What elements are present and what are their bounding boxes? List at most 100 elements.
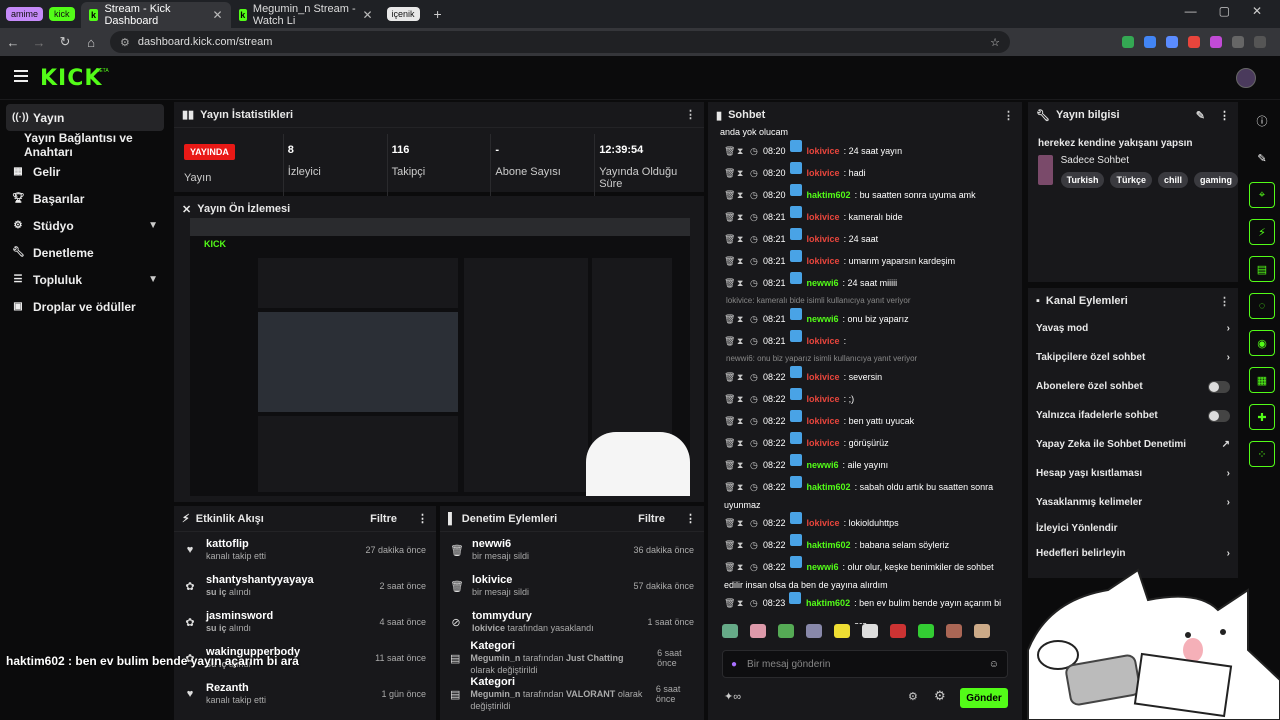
- focus-icon[interactable]: ⌖: [1249, 182, 1275, 208]
- clock-icon[interactable]: ◷: [750, 534, 759, 556]
- chat-username[interactable]: lokivice: [807, 162, 840, 184]
- extension-icon[interactable]: [1122, 36, 1134, 48]
- emote-icon[interactable]: [778, 624, 794, 638]
- clock-icon[interactable]: ◷: [750, 308, 759, 330]
- timeout-icon[interactable]: ⧗: [737, 140, 746, 162]
- trash-icon[interactable]: 🗑︎: [724, 184, 735, 206]
- chat-message[interactable]: 🗑︎ ⧗ ◷ 08:22 haktim602: babana selam söyleri…: [714, 534, 1014, 556]
- timeout-icon[interactable]: ⧗: [737, 184, 746, 206]
- apps-icon[interactable]: ⁘: [1249, 441, 1275, 467]
- clock-icon[interactable]: ◷: [750, 388, 759, 410]
- trash-icon[interactable]: 🗑︎: [724, 534, 735, 556]
- chat-username[interactable]: lokivice: [807, 432, 840, 454]
- clock-icon[interactable]: ◷: [750, 330, 759, 352]
- action-account-age[interactable]: Hesap yaşı kısıtlaması ›: [1028, 459, 1238, 488]
- send-button[interactable]: Gönder: [960, 688, 1008, 708]
- timeout-icon[interactable]: ⧗: [737, 432, 746, 454]
- emote-icon[interactable]: [862, 624, 878, 638]
- clock-icon[interactable]: ◷: [750, 272, 759, 294]
- timeout-icon[interactable]: ⧗: [737, 162, 746, 184]
- tab-group-amime[interactable]: amime: [6, 7, 44, 21]
- browser-tab-stream[interactable]: k Megumin_n Stream - Watch Li ✕: [231, 2, 381, 28]
- extension-icon[interactable]: [1210, 36, 1222, 48]
- emote-icon[interactable]: [946, 624, 962, 638]
- action-ai-moderation[interactable]: Yapay Zeka ile Sohbet Denetimi ↗: [1028, 430, 1238, 459]
- new-tab-icon[interactable]: +: [434, 6, 442, 22]
- clock-icon[interactable]: ◷: [750, 592, 759, 614]
- chat-message[interactable]: 🗑︎ ⧗ ◷ 08:22 lokivice: ben yattı uyucak: [714, 410, 1014, 432]
- timeout-icon[interactable]: ⧗: [737, 534, 746, 556]
- emote-icon[interactable]: [974, 624, 990, 638]
- trash-icon[interactable]: 🗑︎: [724, 272, 735, 294]
- timeout-icon[interactable]: ⧗: [737, 366, 746, 388]
- chat-message[interactable]: 🗑︎ ⧗ ◷ 08:21 lokivice:: [714, 330, 1014, 352]
- filter-button[interactable]: Filtre: [638, 513, 665, 525]
- trash-icon[interactable]: 🗑︎: [724, 410, 735, 432]
- timeout-icon[interactable]: ⧗: [737, 454, 746, 476]
- sidebar-item-gelir[interactable]: ▦ Gelir: [0, 158, 170, 185]
- chat-username[interactable]: lokivice: [807, 410, 840, 432]
- trash-icon[interactable]: 🗑︎: [724, 388, 735, 410]
- chat-message[interactable]: 🗑︎ ⧗ ◷ 08:21 lokivice: kameralı bide: [714, 206, 1014, 228]
- trash-icon[interactable]: 🗑︎: [724, 228, 735, 250]
- points-icon[interactable]: ✦∞: [724, 690, 741, 703]
- chat-username[interactable]: lokivice: [807, 250, 840, 272]
- kick-logo[interactable]: KICK: [40, 66, 102, 91]
- chat-input[interactable]: ● Bir mesaj gönderin ☺: [722, 650, 1008, 678]
- tab-group-icenik[interactable]: içenik: [386, 7, 420, 21]
- url-input[interactable]: ⚙ dashboard.kick.com/stream ☆: [110, 31, 1010, 53]
- chat-message[interactable]: 🗑︎ ⧗ ◷ 08:22 haktim602: sabah oldu artık bu …: [714, 476, 1014, 498]
- clock-icon[interactable]: ◷: [750, 476, 759, 498]
- sidebar-item-denetleme[interactable]: 🔧︎ Denetleme: [0, 239, 170, 266]
- emote-icon[interactable]: [918, 624, 934, 638]
- minimize-icon[interactable]: —: [1185, 4, 1197, 18]
- trash-icon[interactable]: 🗑︎: [724, 308, 735, 330]
- chat-username[interactable]: lokivice: [807, 366, 840, 388]
- trash-icon[interactable]: 🗑︎: [724, 512, 735, 534]
- menu-dots-icon[interactable]: ⋮: [685, 108, 696, 121]
- clock-icon[interactable]: ◷: [750, 250, 759, 272]
- tag[interactable]: chill: [1157, 172, 1188, 188]
- chat-username[interactable]: lokivice: [807, 140, 840, 162]
- timeout-icon[interactable]: ⧗: [737, 206, 746, 228]
- bookmark-star-icon[interactable]: ☆: [990, 36, 1000, 49]
- trash-icon[interactable]: 🗑︎: [724, 366, 735, 388]
- chat-username[interactable]: lokivice: [807, 330, 840, 352]
- chat-username[interactable]: newwi6: [807, 308, 839, 330]
- info-icon[interactable]: ⓘ: [1249, 108, 1275, 134]
- toggle-switch[interactable]: [1208, 409, 1230, 422]
- trash-icon[interactable]: 🗑︎: [724, 592, 735, 614]
- chat-message[interactable]: 🗑︎ ⧗ ◷ 08:22 lokivice: seversin: [714, 366, 1014, 388]
- timeout-icon[interactable]: ⧗: [737, 556, 746, 578]
- trash-icon[interactable]: 🗑︎: [724, 432, 735, 454]
- tag[interactable]: Türkçe: [1110, 172, 1152, 188]
- sidebar-item-stream-key[interactable]: Yayın Bağlantısı ve Anahtarı: [0, 131, 170, 159]
- chat-username[interactable]: lokivice: [807, 388, 840, 410]
- sidebar-item-basarilar[interactable]: 🏆︎ Başarılar: [0, 185, 170, 212]
- sidebar-item-yayin[interactable]: ((·)) Yayın: [6, 104, 164, 131]
- clock-icon[interactable]: ◷: [750, 556, 759, 578]
- timeout-icon[interactable]: ⧗: [737, 512, 746, 534]
- home-icon[interactable]: ⌂: [78, 35, 104, 50]
- action-subs-only[interactable]: Abonelere özel sohbet: [1028, 372, 1238, 401]
- mod-settings-icon[interactable]: ⚙: [934, 688, 946, 704]
- layout-icon[interactable]: ▦: [1249, 367, 1275, 393]
- timeout-icon[interactable]: ⧗: [737, 388, 746, 410]
- hamburger-menu-icon[interactable]: [14, 70, 28, 82]
- browser-tab-dashboard[interactable]: k Stream - Kick Dashboard ✕: [80, 2, 231, 28]
- preview-video[interactable]: KICK: [190, 218, 690, 496]
- clock-icon[interactable]: ◷: [750, 162, 759, 184]
- menu-dots-icon[interactable]: ⋮: [685, 512, 696, 525]
- chat-bubble-icon[interactable]: ◌: [1249, 293, 1275, 319]
- chat-username[interactable]: lokivice: [807, 206, 840, 228]
- clock-icon[interactable]: ◷: [750, 140, 759, 162]
- timeout-icon[interactable]: ⧗: [737, 410, 746, 432]
- timeout-icon[interactable]: ⧗: [737, 228, 746, 250]
- maximize-icon[interactable]: ▢: [1219, 4, 1230, 18]
- action-banned-words[interactable]: Yasaklanmış kelimeler ›: [1028, 488, 1238, 517]
- sidebar-item-studyo[interactable]: ⚙ Stüdyo ▼: [0, 212, 170, 239]
- extension-icon[interactable]: [1188, 36, 1200, 48]
- menu-dots-icon[interactable]: [1254, 36, 1266, 48]
- chat-username[interactable]: lokivice: [807, 512, 840, 534]
- trash-icon[interactable]: 🗑︎: [724, 556, 735, 578]
